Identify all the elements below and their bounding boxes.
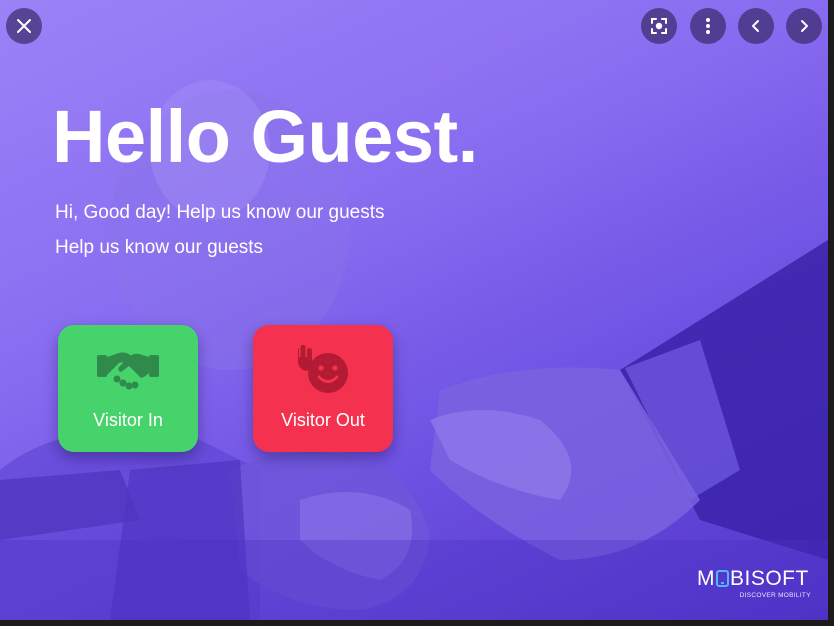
handshake-background [0,80,828,620]
image-viewer: Hello Guest. Hi, Good day! Help us know … [0,0,834,626]
brand-logo: M BISOFT DISCOVER MOBILITY [697,567,811,599]
handshake-icon [97,345,159,398]
close-button[interactable] [6,8,42,44]
close-icon [17,19,31,33]
brand-name: M BISOFT [697,567,809,590]
greeting-text: Hi, Good day! Help us know our guests [55,202,385,223]
more-vert-icon [706,18,710,34]
more-options-button[interactable] [690,8,726,44]
previous-button[interactable] [738,8,774,44]
brand-o-mark [716,570,729,587]
chevron-right-icon [801,20,808,32]
lens-icon [651,18,667,34]
visual-search-button[interactable] [641,8,677,44]
visitor-in-label: Visitor In [93,410,163,430]
next-button[interactable] [786,8,822,44]
visitor-in-button[interactable]: Visitor In [58,325,198,452]
visitor-out-label: Visitor Out [281,410,365,430]
brand-tagline: DISCOVER MOBILITY [739,592,811,599]
chevron-left-icon [752,20,759,32]
waving-smiley-icon [292,345,354,400]
visitor-out-button[interactable]: Visitor Out [253,325,393,452]
prompt-text: Help us know our guests [55,237,264,258]
app-screenshot: Hello Guest. Hi, Good day! Help us know … [0,0,828,620]
page-title: Hello Guest. [52,95,478,178]
